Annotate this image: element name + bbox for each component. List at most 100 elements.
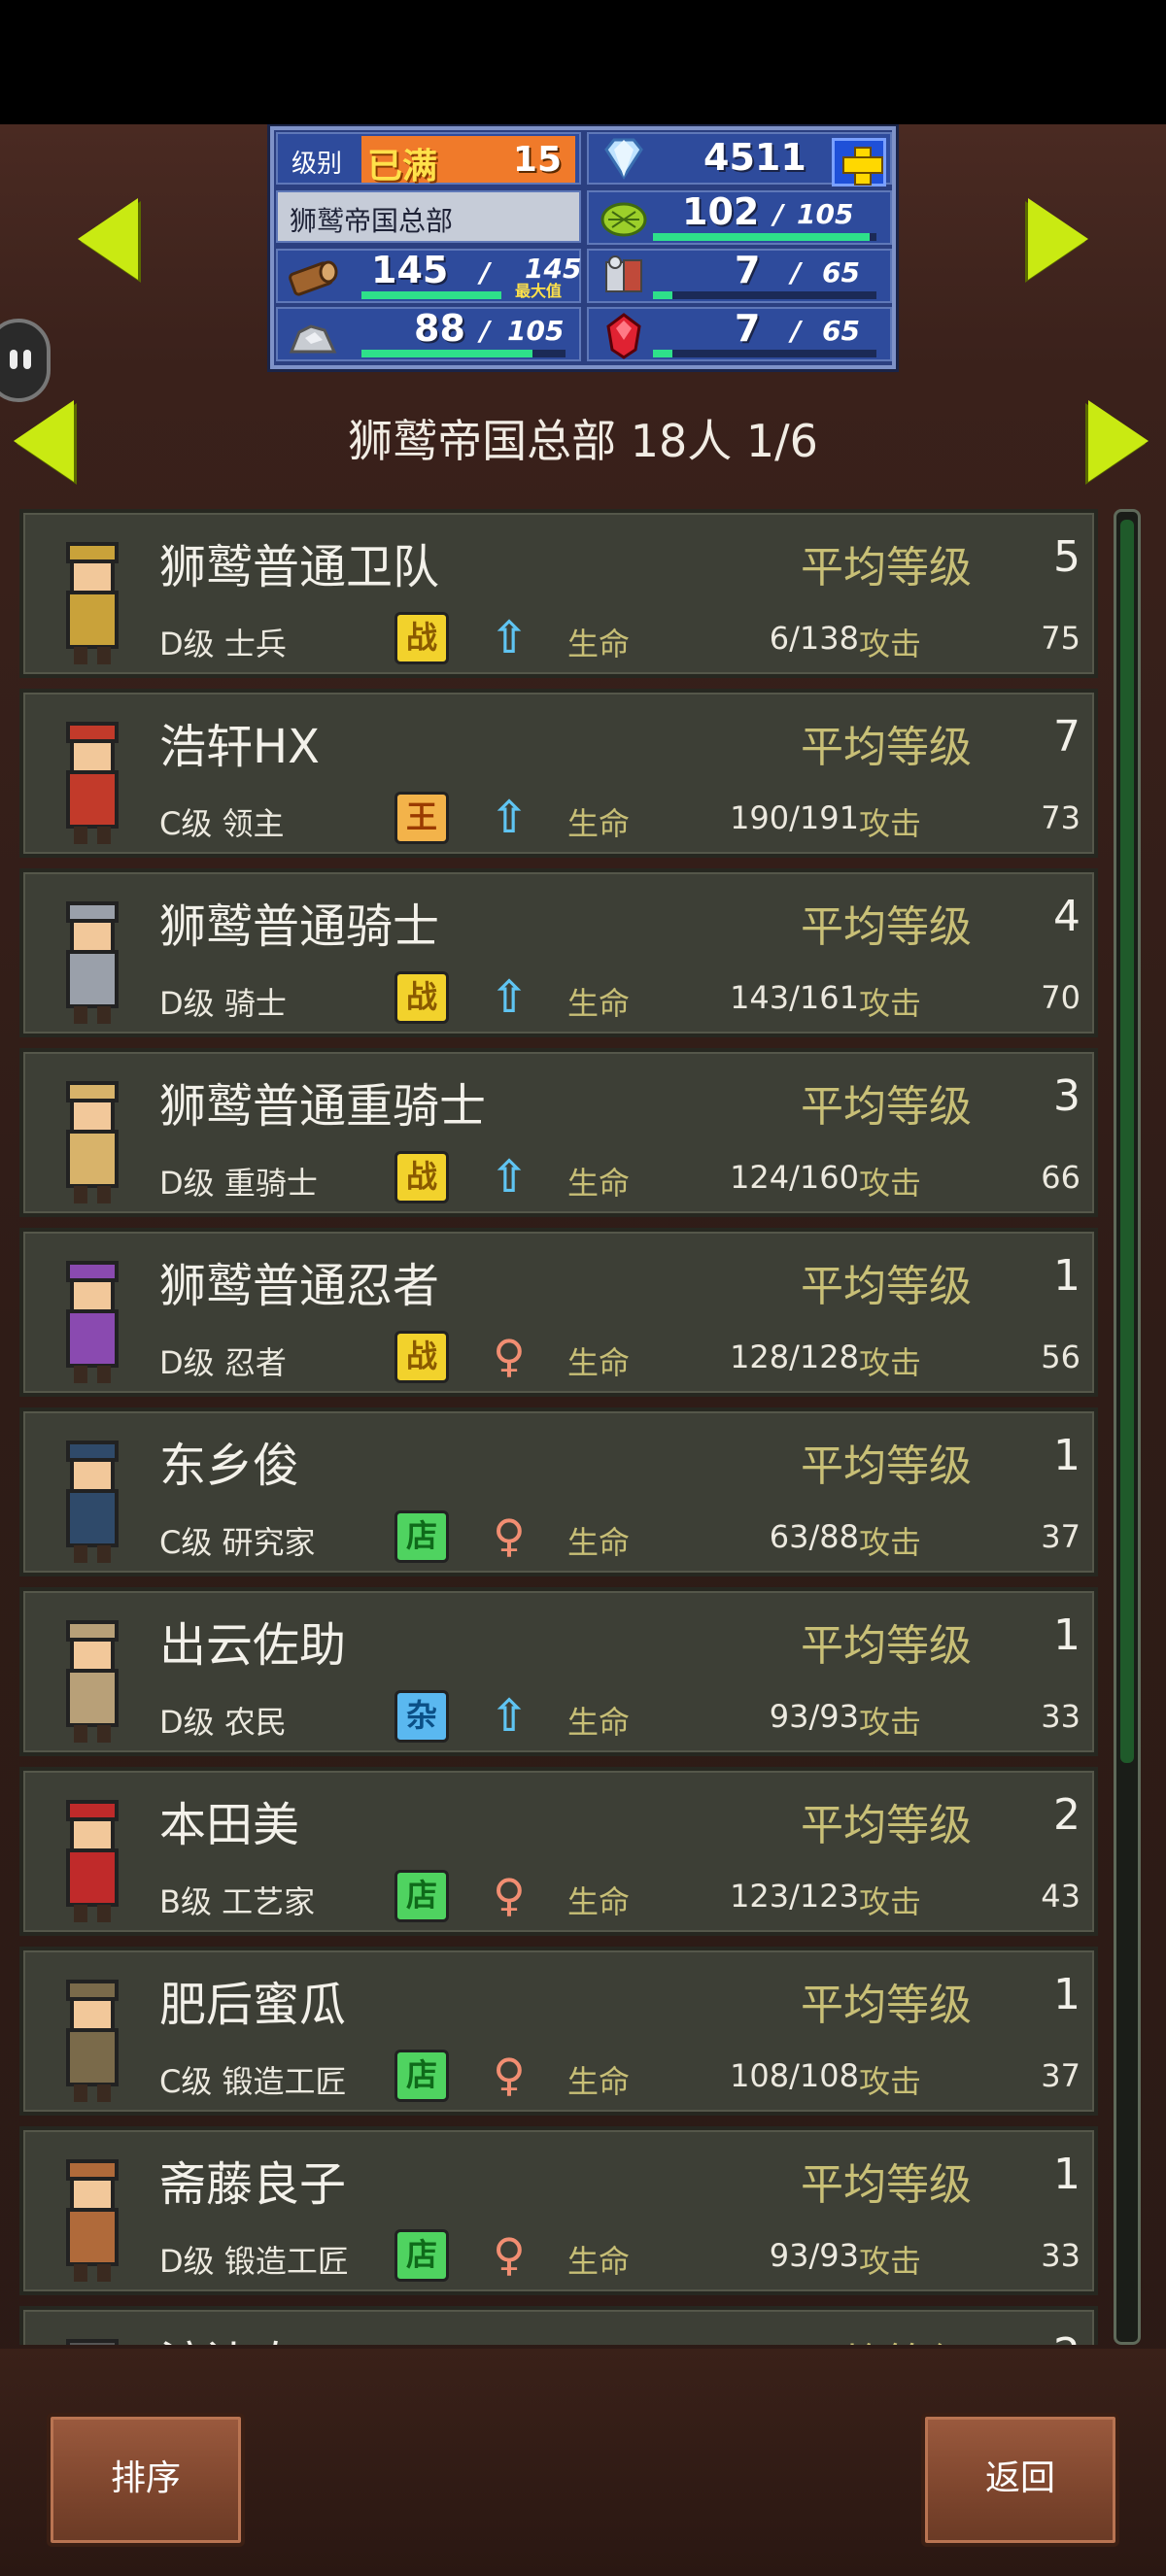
title-bar: 狮鹫帝国总部 18人 1/6 xyxy=(0,387,1166,493)
avg-level-label: 平均等级 xyxy=(801,543,972,593)
unit-name: 狮鹫普通忍者 xyxy=(159,1259,440,1313)
ruby-separator: / xyxy=(791,315,802,347)
unit-avatar xyxy=(35,1788,150,1930)
life-label: 生命 xyxy=(567,1344,631,1381)
avg-level-label: 平均等级 xyxy=(801,1441,972,1491)
unit-class: D级 农民 xyxy=(159,1704,287,1741)
unit-name: 本田美 xyxy=(159,1798,300,1852)
unit-card[interactable]: 肥后蜜瓜 平均等级 1 C级 锻造工匠 店 ♀ 生命 108/108 攻击 37 xyxy=(19,1947,1098,2116)
wood-value: 145 xyxy=(371,249,449,291)
attack-label: 攻击 xyxy=(859,626,922,662)
unit-avatar xyxy=(35,2327,150,2345)
units-row: 7 / 65 xyxy=(587,249,892,303)
unit-level: 3 xyxy=(1053,1071,1080,1121)
job-badge-icon: 王 xyxy=(394,792,449,844)
ruby-row: 7 / 65 xyxy=(587,307,892,361)
list-scrollbar[interactable] xyxy=(1114,509,1141,2345)
ore-value: 88 xyxy=(414,307,465,350)
units-separator: / xyxy=(791,256,802,288)
unit-avatar xyxy=(35,1609,150,1750)
wood-row: 145 / 145 最大值 xyxy=(276,249,581,303)
unit-hp: 123/123 xyxy=(730,1878,859,1915)
unit-hp: 93/93 xyxy=(769,1698,859,1735)
level-full-bar: 已满 15 xyxy=(361,136,575,186)
unit-hp: 93/93 xyxy=(769,2237,859,2274)
unit-attack: 56 xyxy=(1041,1339,1080,1375)
food-max: 105 xyxy=(797,198,854,230)
life-label: 生命 xyxy=(567,2243,631,2280)
level-box: 级别 已满 15 xyxy=(276,132,581,186)
next-page-arrow-icon[interactable] xyxy=(1088,400,1149,482)
bottom-bar: 排序 返回 xyxy=(0,2349,1166,2576)
unit-list[interactable]: 狮鹫普通卫队 平均等级 5 D级 士兵战 ⇧ 生命 6/138 攻击 75 浩轩HX 平均等级 7 C级… xyxy=(19,509,1098,2345)
unit-avatar xyxy=(35,1069,150,1211)
unit-card[interactable]: 狮鹫普通忍者 平均等级 1 D级 忍者 战 ♀ 生命 128/128 攻击 56 xyxy=(19,1228,1098,1397)
unit-card[interactable]: 东乡俊 平均等级 1 C级 研究家 店 ♀ 生命 63/88 攻击 37 xyxy=(19,1407,1098,1576)
attack-label: 攻击 xyxy=(859,985,922,1022)
unit-level: 2 xyxy=(1053,2329,1080,2345)
avg-level-label: 平均等级 xyxy=(801,1262,972,1311)
unit-card[interactable]: 浩轩HX 平均等级 7 C级 领主 王 ⇧ 生命 190/191 攻击 73 xyxy=(19,689,1098,858)
unit-hp: 124/160 xyxy=(730,1159,859,1196)
male-icon: ⇧ xyxy=(490,1689,529,1742)
unit-name: 东乡俊 xyxy=(159,1439,300,1493)
job-badge-icon: 杂 xyxy=(394,1690,449,1743)
attack-label: 攻击 xyxy=(859,2243,922,2280)
male-icon: ⇧ xyxy=(490,970,529,1023)
unit-card[interactable]: 斋藤良子 平均等级 1 D级 锻造工匠 店 ♀ 生命 93/93 攻击 33 xyxy=(19,2126,1098,2295)
female-icon: ♀ xyxy=(493,2049,526,2101)
unit-card[interactable]: 狮鹫普通卫队 平均等级 5 D级 士兵 战 ⇧ 生命 6/138 攻击 75 xyxy=(19,509,1098,678)
food-separator: / xyxy=(773,198,784,230)
attack-label: 攻击 xyxy=(859,805,922,842)
unit-attack: 66 xyxy=(1041,1159,1080,1196)
life-label: 生命 xyxy=(567,1883,631,1920)
wood-max-note: 最大值 xyxy=(515,282,563,300)
unit-level: 1 xyxy=(1053,2150,1080,2199)
units-value: 7 xyxy=(735,249,761,291)
prev-base-arrow-icon[interactable] xyxy=(78,198,138,280)
ruby-bar xyxy=(653,350,672,357)
unit-hp: 6/138 xyxy=(769,620,859,657)
game-screen: 级别 已满 15 4511 狮鹫帝国总部 102 / 105 145 / 145… xyxy=(0,124,1166,2576)
unit-level: 7 xyxy=(1053,712,1080,762)
unit-avatar xyxy=(35,530,150,672)
unit-class: D级 重骑士 xyxy=(159,1165,318,1202)
diamond-icon xyxy=(604,138,643,180)
ruby-icon xyxy=(606,313,641,359)
unit-attack: 37 xyxy=(1041,1518,1080,1555)
unit-class: C级 领主 xyxy=(159,805,285,842)
unit-attack: 37 xyxy=(1041,2057,1080,2094)
male-icon: ⇧ xyxy=(490,791,529,843)
unit-hp: 190/191 xyxy=(730,799,859,836)
unit-class: D级 忍者 xyxy=(159,1344,287,1381)
avg-level-label: 平均等级 xyxy=(801,902,972,952)
sort-button[interactable]: 排序 xyxy=(47,2413,245,2547)
avg-level-label: 平均等级 xyxy=(801,1082,972,1132)
unit-card[interactable]: 狮鹫普通骑士 平均等级 4 D级 骑士 战 ⇧ 生命 143/161 攻击 70 xyxy=(19,868,1098,1037)
unit-level: 1 xyxy=(1053,1610,1080,1660)
unit-name: 狮鹫普通骑士 xyxy=(159,899,440,954)
unit-card[interactable]: 出云佐助 平均等级 1 D级 农民 杂 ⇧ 生命 93/93 攻击 33 xyxy=(19,1587,1098,1756)
unit-class: C级 锻造工匠 xyxy=(159,2063,347,2100)
ruby-value: 7 xyxy=(735,307,761,350)
back-button[interactable]: 返回 xyxy=(921,2413,1119,2547)
life-label: 生命 xyxy=(567,626,631,662)
unit-level: 5 xyxy=(1053,532,1080,582)
unit-class: D级 锻造工匠 xyxy=(159,2243,349,2280)
job-badge-icon: 店 xyxy=(394,1510,449,1563)
scrollbar-thumb[interactable] xyxy=(1120,520,1134,1763)
unit-card[interactable]: 狮鹫普通重骑士 平均等级 3 D级 重骑士 战 ⇧ 生命 124/160 攻击 66 xyxy=(19,1048,1098,1217)
life-label: 生命 xyxy=(567,2063,631,2100)
unit-level: 1 xyxy=(1053,1251,1080,1301)
avg-level-label: 平均等级 xyxy=(801,1801,972,1850)
unit-avatar xyxy=(35,2148,150,2289)
female-icon: ♀ xyxy=(493,1869,526,1921)
ore-bar xyxy=(361,350,532,357)
unit-card[interactable]: 本田美 平均等级 2 B级 工艺家 店 ♀ 生命 123/123 攻击 43 xyxy=(19,1767,1098,1936)
next-base-arrow-icon[interactable] xyxy=(1028,198,1088,280)
knight-units-icon xyxy=(605,255,642,292)
add-gems-button[interactable] xyxy=(832,138,886,186)
job-badge-icon: 店 xyxy=(394,1870,449,1922)
unit-card[interactable]: 渡边泰 平均等级 2 xyxy=(19,2306,1098,2345)
unit-name: 狮鹫普通卫队 xyxy=(159,540,440,594)
